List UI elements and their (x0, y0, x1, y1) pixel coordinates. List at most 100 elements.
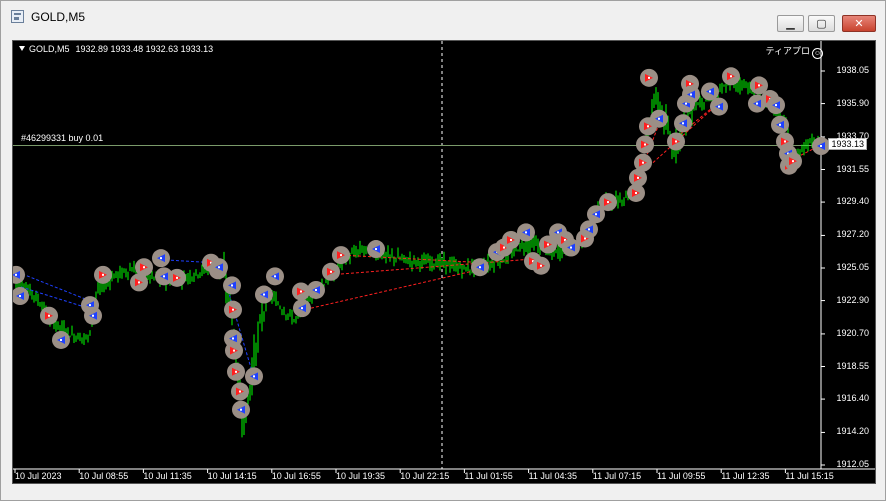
trade-marker-dot (685, 102, 687, 105)
candles (13, 76, 819, 438)
trade-marker-dot (240, 408, 242, 411)
trade-marker-dot (635, 191, 637, 194)
trade-marker-dot (375, 248, 377, 251)
trade-marker-dot (570, 246, 572, 249)
trade-marker-dot (163, 275, 165, 278)
window-title: GOLD,M5 (31, 10, 86, 24)
trade-marker-dot (330, 270, 332, 273)
smiley-icon: ☺ (812, 48, 823, 59)
trade-marker-dot (102, 273, 104, 276)
chart-header: GOLD,M5 1932.89 1933.48 1932.63 1933.13 (19, 44, 213, 54)
price-axis-label: 1920.70 (836, 327, 869, 338)
trade-marker-dot (233, 349, 235, 352)
close-button[interactable]: ✕ (842, 15, 876, 32)
trade-marker-dot (709, 90, 711, 93)
trade-marker-dot (784, 140, 786, 143)
trade-marker-dot (48, 314, 50, 317)
price-axis-label: 1927.20 (836, 229, 869, 240)
trade-marker-dot (642, 161, 644, 164)
price-chart[interactable]: GOLD,M5 1932.89 1933.48 1932.63 1933.13 テ… (12, 40, 876, 484)
trade-marker-dot (607, 201, 609, 204)
trade-marker-dot (176, 276, 178, 279)
price-axis-label: 1912.05 (836, 459, 869, 469)
trade-marker-dot (758, 84, 760, 87)
trade-marker-dot (675, 140, 677, 143)
trade-marker-dot (160, 257, 162, 260)
trade-marker-dot (525, 231, 527, 234)
time-axis-label: 11 Jul 04:35 (528, 471, 577, 481)
order-line-label[interactable]: #46299331 buy 0.01 (21, 133, 103, 143)
trade-marker-dot (584, 237, 586, 240)
ea-name: ティアプロ (765, 46, 810, 56)
trade-marker-dot (143, 266, 145, 269)
trade-marker-dot (775, 104, 777, 107)
trade-marker-dot (756, 102, 758, 105)
trade-marker-dot (92, 314, 94, 317)
price-axis-label: 1922.90 (836, 294, 869, 305)
time-axis-label: 10 Jul 2023 (15, 471, 62, 481)
price-axis-label: 1931.55 (836, 163, 869, 174)
trade-marker-dot (300, 290, 302, 293)
trade-marker-dot (253, 375, 255, 378)
chart-symbol: GOLD,M5 (29, 44, 70, 54)
trade-marker-dot (792, 160, 794, 163)
time-axis-label: 10 Jul 11:35 (143, 471, 192, 481)
trade-marker-dot (60, 338, 62, 341)
time-axis-label: 11 Jul 09:55 (657, 471, 706, 481)
time-axis-label: 10 Jul 16:55 (271, 471, 321, 481)
time-axis-label: 10 Jul 22:15 (400, 471, 450, 481)
trade-marker-dot (730, 75, 732, 78)
trade-marker-dot (235, 370, 237, 373)
expert-advisor-label[interactable]: ティアプロ ☺ (766, 44, 823, 59)
time-axis-label: 10 Jul 19:35 (336, 471, 386, 481)
trade-marker-dot (218, 266, 220, 269)
price-axis-label: 1935.90 (836, 97, 869, 108)
minimize-button[interactable]: ▁ (777, 15, 804, 32)
title-bar[interactable]: GOLD,M5 ▁ ▢ ✕ (1, 1, 885, 33)
trade-line (330, 257, 544, 276)
trade-marker-dot (479, 266, 481, 269)
trade-marker-dot (89, 304, 91, 307)
trade-marker-dot (557, 231, 559, 234)
trade-marker-dot (682, 122, 684, 125)
trade-marker-dot (274, 275, 276, 278)
price-axis-label: 1938.05 (836, 65, 869, 75)
price-axis-label: 1925.05 (836, 262, 869, 272)
trade-marker-dot (595, 213, 597, 216)
trade-marker-dot (689, 82, 691, 85)
trade-marker-dot (588, 228, 590, 231)
price-axis-label: 1914.20 (836, 426, 869, 437)
trade-marker-dot (301, 307, 303, 310)
trade-marker-dot (232, 308, 234, 311)
trade-marker-dot (718, 105, 720, 108)
minimize-icon: ▁ (786, 17, 795, 30)
trade-line (342, 254, 484, 264)
dropdown-triangle-icon[interactable] (19, 46, 25, 51)
trade-marker-dot (15, 273, 17, 276)
trade-marker-dot (690, 93, 692, 96)
trade-marker-dot (637, 176, 639, 179)
trade-marker-dot (547, 243, 549, 246)
trade-marker-dot (540, 264, 542, 267)
trade-marker-dot (503, 246, 505, 249)
trade-marker-dot (648, 76, 650, 79)
trade-marker-dot (19, 295, 21, 298)
chart-canvas[interactable] (13, 41, 876, 484)
maximize-button[interactable]: ▢ (808, 15, 835, 32)
close-icon: ✕ (854, 17, 864, 30)
trade-marker-dot (239, 390, 241, 393)
price-axis-label: 1916.40 (836, 393, 869, 404)
chart-window: GOLD,M5 ▁ ▢ ✕ GOLD,M5 1932.89 1933.48 193… (0, 0, 886, 501)
trade-marker-dot (231, 284, 233, 287)
trade-marker-dot (340, 254, 342, 257)
trade-marker-dot (510, 238, 512, 241)
trade-marker-dot (644, 143, 646, 146)
time-axis-label: 10 Jul 08:55 (79, 471, 129, 481)
trade-marker-dot (263, 293, 265, 296)
trade-marker-dot (820, 145, 822, 148)
price-axis-label: 1929.40 (836, 196, 869, 207)
chart-ohlc: 1932.89 1933.48 1932.63 1933.13 (75, 44, 214, 54)
trade-marker-dot (315, 288, 317, 291)
trade-marker-dot (232, 337, 234, 340)
trade-marker-dot (779, 123, 781, 126)
